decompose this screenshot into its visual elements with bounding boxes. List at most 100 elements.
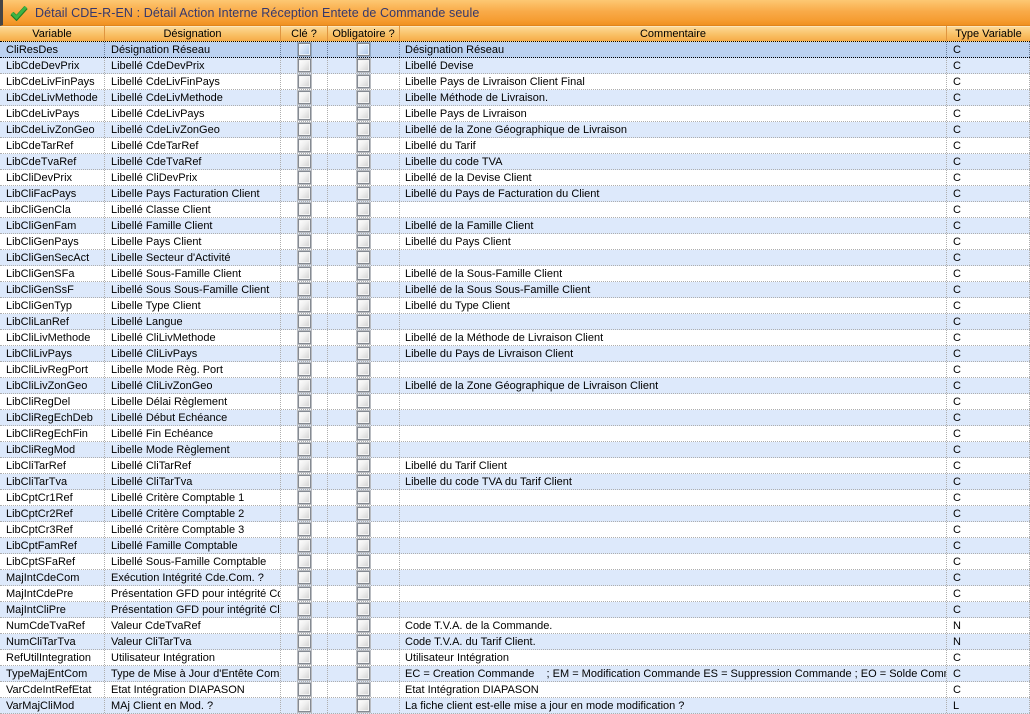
cle-checkbox[interactable] — [298, 619, 311, 632]
cle-checkbox[interactable] — [298, 459, 311, 472]
cle-checkbox[interactable] — [298, 123, 311, 136]
obligatoire-checkbox[interactable] — [357, 603, 370, 616]
cle-checkbox[interactable] — [298, 571, 311, 584]
obligatoire-checkbox[interactable] — [357, 107, 370, 120]
table-row[interactable]: MajIntCdeComExécution Intégrité Cde.Com.… — [0, 570, 1030, 586]
cle-checkbox[interactable] — [298, 667, 311, 680]
obligatoire-checkbox[interactable] — [357, 347, 370, 360]
obligatoire-checkbox[interactable] — [357, 91, 370, 104]
obligatoire-checkbox[interactable] — [357, 443, 370, 456]
cle-checkbox[interactable] — [298, 299, 311, 312]
cle-checkbox[interactable] — [298, 635, 311, 648]
cle-checkbox[interactable] — [298, 539, 311, 552]
table-row[interactable]: LibCliRegEchDebLibellé Début EchéanceC — [0, 410, 1030, 426]
obligatoire-checkbox[interactable] — [357, 411, 370, 424]
cle-checkbox[interactable] — [298, 699, 311, 712]
table-row[interactable]: LibCliDevPrixLibellé CliDevPrixLibellé d… — [0, 170, 1030, 186]
table-row[interactable]: LibCliGenTypLibelle Type ClientLibellé d… — [0, 298, 1030, 314]
cle-checkbox[interactable] — [298, 411, 311, 424]
cle-checkbox[interactable] — [298, 219, 311, 232]
obligatoire-checkbox[interactable] — [357, 475, 370, 488]
cle-checkbox[interactable] — [298, 379, 311, 392]
table-row[interactable]: LibCliLanRefLibellé LangueC — [0, 314, 1030, 330]
obligatoire-checkbox[interactable] — [357, 523, 370, 536]
table-row[interactable]: LibCliLivMethodeLibellé CliLivMethodeLib… — [0, 330, 1030, 346]
obligatoire-checkbox[interactable] — [357, 155, 370, 168]
table-row[interactable]: LibCliRegModLibelle Mode RèglementC — [0, 442, 1030, 458]
obligatoire-checkbox[interactable] — [357, 251, 370, 264]
cle-checkbox[interactable] — [298, 603, 311, 616]
obligatoire-checkbox[interactable] — [357, 139, 370, 152]
column-header-variable[interactable]: Variable — [0, 26, 105, 41]
table-row[interactable]: LibCliRegDelLibelle Délai RèglementC — [0, 394, 1030, 410]
obligatoire-checkbox[interactable] — [357, 427, 370, 440]
cle-checkbox[interactable] — [298, 347, 311, 360]
table-row[interactable]: MajIntCdePrePrésentation GFD pour intégr… — [0, 586, 1030, 602]
table-row[interactable]: LibCliTarTvaLibellé CliTarTvaLibelle du … — [0, 474, 1030, 490]
cle-checkbox[interactable] — [298, 315, 311, 328]
cle-checkbox[interactable] — [298, 139, 311, 152]
obligatoire-checkbox[interactable] — [357, 235, 370, 248]
cle-checkbox[interactable] — [298, 523, 311, 536]
table-row[interactable]: LibCliLivRegPortLibelle Mode Règ. PortC — [0, 362, 1030, 378]
table-row[interactable]: LibCdeLivFinPaysLibellé CdeLivFinPaysLib… — [0, 74, 1030, 90]
obligatoire-checkbox[interactable] — [357, 43, 370, 56]
obligatoire-checkbox[interactable] — [357, 379, 370, 392]
table-row[interactable]: LibCliGenPaysLibelle Pays ClientLibellé … — [0, 234, 1030, 250]
cle-checkbox[interactable] — [298, 59, 311, 72]
table-row[interactable]: TypeMajEntComType de Mise à Jour d'Entêt… — [0, 666, 1030, 682]
obligatoire-checkbox[interactable] — [357, 699, 370, 712]
obligatoire-checkbox[interactable] — [357, 299, 370, 312]
table-row[interactable]: CliResDesDésignation RéseauDésignation R… — [0, 42, 1030, 58]
cle-checkbox[interactable] — [298, 283, 311, 296]
cle-checkbox[interactable] — [298, 107, 311, 120]
cle-checkbox[interactable] — [298, 235, 311, 248]
table-row[interactable]: LibCliLivPaysLibellé CliLivPaysLibelle d… — [0, 346, 1030, 362]
obligatoire-checkbox[interactable] — [357, 219, 370, 232]
column-header-designation[interactable]: Désignation — [105, 26, 281, 41]
table-row[interactable]: LibCdeTarRefLibellé CdeTarRefLibellé du … — [0, 138, 1030, 154]
obligatoire-checkbox[interactable] — [357, 123, 370, 136]
cle-checkbox[interactable] — [298, 507, 311, 520]
column-header-commentaire[interactable]: Commentaire — [400, 26, 947, 41]
table-row[interactable]: LibCliLivZonGeoLibellé CliLivZonGeoLibel… — [0, 378, 1030, 394]
table-row[interactable]: LibCptSFaRefLibellé Sous-Famille Comptab… — [0, 554, 1030, 570]
obligatoire-checkbox[interactable] — [357, 491, 370, 504]
cle-checkbox[interactable] — [298, 395, 311, 408]
obligatoire-checkbox[interactable] — [357, 555, 370, 568]
obligatoire-checkbox[interactable] — [357, 507, 370, 520]
table-row[interactable]: NumCliTarTvaValeur CliTarTvaCode T.V.A. … — [0, 634, 1030, 650]
table-row[interactable]: LibCdeDevPrixLibellé CdeDevPrixLibellé D… — [0, 58, 1030, 74]
cle-checkbox[interactable] — [298, 331, 311, 344]
table-row[interactable]: LibCliGenSFaLibellé Sous-Famille ClientL… — [0, 266, 1030, 282]
obligatoire-checkbox[interactable] — [357, 539, 370, 552]
column-header-obligatoire[interactable]: Obligatoire ? — [328, 26, 400, 41]
table-row[interactable]: LibCliRegEchFinLibellé Fin EchéanceC — [0, 426, 1030, 442]
table-row[interactable]: LibCliGenClaLibellé Classe ClientC — [0, 202, 1030, 218]
obligatoire-checkbox[interactable] — [357, 635, 370, 648]
table-row[interactable]: LibCliFacPaysLibelle Pays Facturation Cl… — [0, 186, 1030, 202]
table-row[interactable]: LibCptCr3RefLibellé Critère Comptable 3C — [0, 522, 1030, 538]
table-row[interactable]: LibCliGenFamLibellé Famille ClientLibell… — [0, 218, 1030, 234]
obligatoire-checkbox[interactable] — [357, 395, 370, 408]
cle-checkbox[interactable] — [298, 91, 311, 104]
table-row[interactable]: LibCptCr2RefLibellé Critère Comptable 2C — [0, 506, 1030, 522]
table-row[interactable]: LibCliTarRefLibellé CliTarRefLibellé du … — [0, 458, 1030, 474]
cle-checkbox[interactable] — [298, 203, 311, 216]
obligatoire-checkbox[interactable] — [357, 283, 370, 296]
cle-checkbox[interactable] — [298, 443, 311, 456]
table-row[interactable]: LibCptCr1RefLibellé Critère Comptable 1C — [0, 490, 1030, 506]
obligatoire-checkbox[interactable] — [357, 267, 370, 280]
table-row[interactable]: LibCdeLivZonGeoLibellé CdeLivZonGeoLibel… — [0, 122, 1030, 138]
cle-checkbox[interactable] — [298, 587, 311, 600]
column-header-type-variable[interactable]: Type Variable — [947, 26, 1030, 41]
obligatoire-checkbox[interactable] — [357, 651, 370, 664]
cle-checkbox[interactable] — [298, 187, 311, 200]
cle-checkbox[interactable] — [298, 555, 311, 568]
table-row[interactable]: LibCdeLivMethodeLibellé CdeLivMethodeLib… — [0, 90, 1030, 106]
table-row[interactable]: LibCdeLivPaysLibellé CdeLivPaysLibelle P… — [0, 106, 1030, 122]
obligatoire-checkbox[interactable] — [357, 187, 370, 200]
obligatoire-checkbox[interactable] — [357, 571, 370, 584]
obligatoire-checkbox[interactable] — [357, 587, 370, 600]
obligatoire-checkbox[interactable] — [357, 331, 370, 344]
